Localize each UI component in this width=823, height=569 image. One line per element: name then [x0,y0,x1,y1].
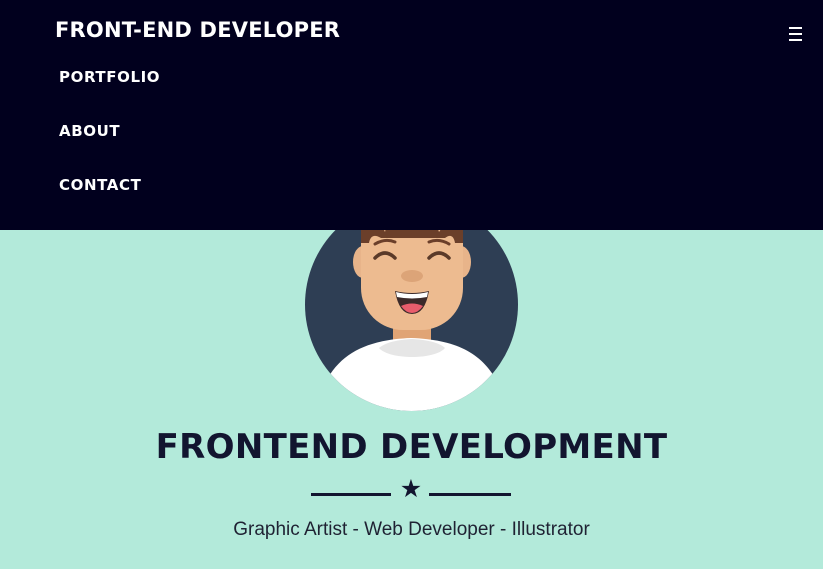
nav-link-portfolio[interactable]: PORTFOLIO [59,68,160,122]
menu-bar [788,27,802,29]
top-navbar: FRONT-END DEVELOPER PORTFOLIO ABOUT CONT… [0,0,823,230]
brand-link[interactable]: FRONT-END DEVELOPER [55,18,340,42]
divider-line-left [311,493,391,496]
nav-menu: PORTFOLIO ABOUT CONTACT [59,68,160,230]
star-icon: ★ [399,474,423,503]
menu-bar [788,39,802,41]
title-divider: ★ [311,476,511,502]
hero-title: FRONTEND DEVELOPMENT [155,427,668,467]
menu-bar [788,33,802,35]
nav-link-contact[interactable]: CONTACT [59,176,160,230]
hero-subtitle: Graphic Artist - Web Developer - Illustr… [233,519,590,540]
hamburger-menu-icon[interactable] [784,24,806,44]
divider-line-right [429,493,511,496]
nav-link-about[interactable]: ABOUT [59,122,160,176]
